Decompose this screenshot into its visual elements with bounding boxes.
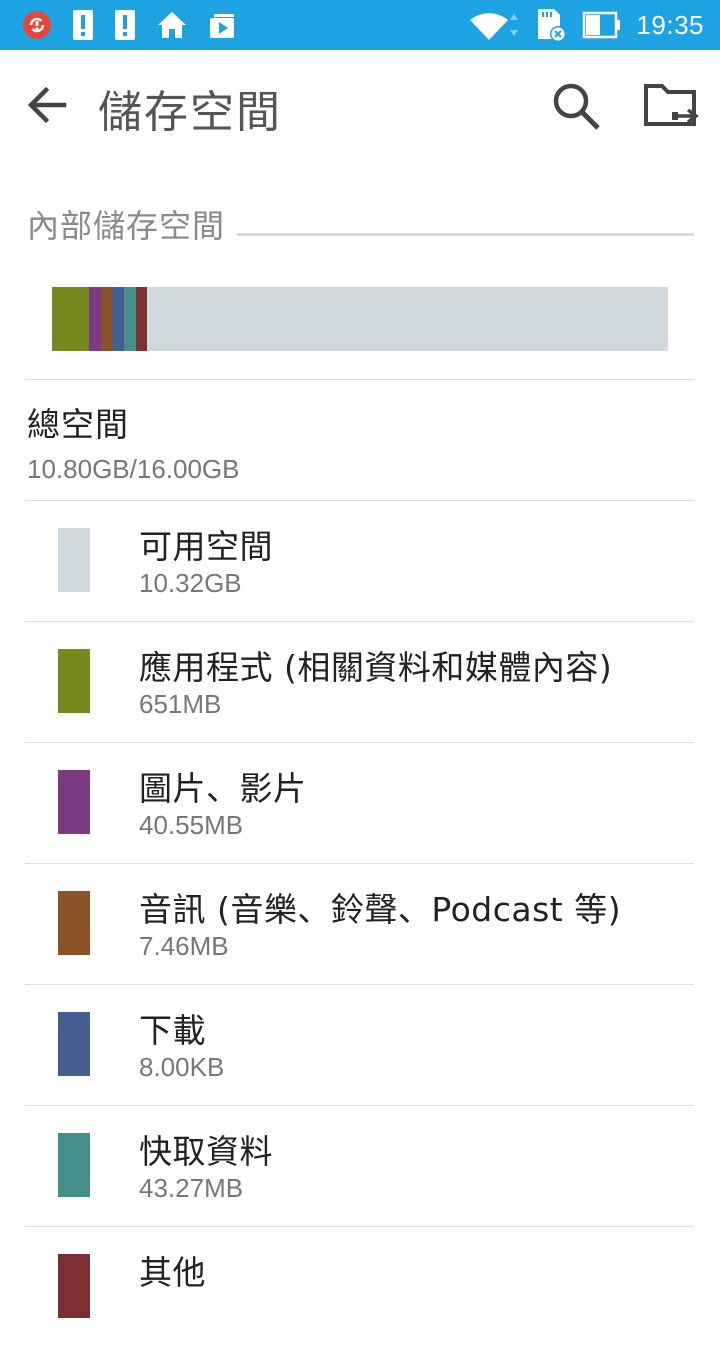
storage-usage-bar — [52, 287, 668, 351]
usage-segment — [52, 287, 89, 351]
storage-item-value: 40.55MB — [139, 810, 244, 840]
storage-item-label: 其他 — [139, 1253, 206, 1292]
storage-item-value: 43.27MB — [139, 1173, 244, 1203]
storage-item-available[interactable]: 可用空間 10.32GB — [0, 500, 720, 621]
color-swatch — [58, 649, 90, 713]
storage-item-apps[interactable]: 應用程式 (相關資料和媒體內容) 651MB — [0, 621, 720, 742]
status-bar-notifications — [22, 8, 258, 42]
storage-item-label: 可用空間 — [139, 527, 273, 566]
usage-segment — [124, 287, 136, 351]
status-bar: 19:35 — [0, 0, 720, 50]
section-divider — [237, 232, 694, 236]
color-swatch — [58, 1012, 90, 1076]
storage-item-value: 10.32GB — [139, 568, 242, 598]
home-icon — [158, 12, 186, 38]
usage-segment — [112, 287, 125, 351]
wifi-icon — [470, 13, 519, 40]
status-time: 19:35 — [636, 9, 704, 40]
storage-item-value: 8.00KB — [139, 1052, 225, 1082]
storage-item-downloads[interactable]: 下載 8.00KB — [0, 984, 720, 1105]
storage-item-label: 音訊 (音樂、鈴聲、Podcast 等) — [139, 890, 622, 929]
media-icon — [210, 14, 234, 38]
alert-icon — [73, 10, 93, 40]
battery-icon — [583, 11, 621, 39]
search-icon[interactable] — [550, 80, 604, 134]
color-swatch — [58, 528, 90, 592]
app-bar: 儲存空間 — [0, 50, 720, 162]
storage-item-audio[interactable]: 音訊 (音樂、鈴聲、Podcast 等) 7.46MB — [0, 863, 720, 984]
file-manager-icon[interactable] — [642, 80, 702, 134]
usage-segment — [100, 287, 113, 351]
color-swatch — [58, 1254, 90, 1318]
storage-item-value: 651MB — [139, 689, 222, 719]
usage-segment — [88, 287, 101, 351]
storage-item-cached-data[interactable]: 快取資料 43.27MB — [0, 1105, 720, 1226]
storage-item-label: 快取資料 — [139, 1132, 273, 1171]
divider — [25, 379, 694, 380]
total-space-label: 總空間 — [27, 405, 129, 444]
color-swatch — [58, 891, 90, 955]
storage-item-pictures-videos[interactable]: 圖片、影片 40.55MB — [0, 742, 720, 863]
sync-alert-icon — [23, 11, 51, 39]
alert-icon — [115, 10, 135, 40]
storage-item-other[interactable]: 其他 — [0, 1226, 720, 1347]
color-swatch — [58, 1133, 90, 1197]
section-title: 內部儲存空間 — [27, 207, 226, 245]
sd-card-removed-icon — [538, 9, 567, 42]
storage-item-label: 圖片、影片 — [139, 769, 307, 808]
total-space-value: 10.80GB/16.00GB — [27, 454, 240, 484]
status-bar-system: 19:35 — [454, 7, 704, 43]
storage-item-label: 應用程式 (相關資料和媒體內容) — [139, 648, 613, 687]
total-space: 總空間 10.80GB/16.00GB — [27, 398, 239, 485]
internal-storage-header: 內部儲存空間 — [27, 200, 694, 248]
usage-segment — [135, 287, 148, 351]
storage-item-value: 7.46MB — [139, 931, 229, 961]
storage-item-label: 下載 — [139, 1011, 206, 1050]
back-arrow-icon[interactable] — [22, 80, 72, 130]
color-swatch — [58, 770, 90, 834]
page-title: 儲存空間 — [98, 87, 282, 138]
